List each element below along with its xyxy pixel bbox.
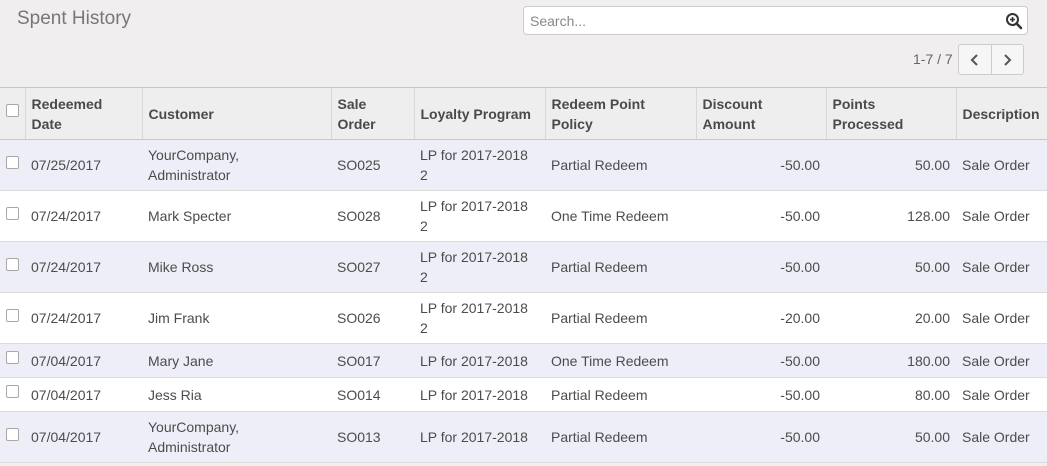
table-row[interactable]: 07/24/2017 Mark Specter SO028 LP for 2017-2…: [0, 190, 1047, 242]
select-all-checkbox[interactable]: [5, 104, 19, 118]
cell-discount-amount: -50.00: [696, 343, 826, 378]
cell-points-processed: 50.00: [826, 139, 956, 191]
column-header-sale-order[interactable]: Sale Order: [330, 87, 414, 140]
cell-description: Sale Order: [956, 343, 1047, 378]
table-row[interactable]: 07/04/2017 Mary Jane SO017 LP for 2017-2018…: [0, 343, 1047, 378]
cell-points-processed: 80.00: [826, 377, 956, 412]
cell-description: Sale Order: [956, 292, 1047, 344]
row-checkbox[interactable]: [6, 351, 19, 365]
cell-discount-amount: -50.00: [696, 190, 826, 242]
table-row[interactable]: 07/24/2017 Jim Frank SO026 LP for 2017-2018…: [0, 292, 1047, 344]
cell-loyalty-program: LP for 2017-2018: [414, 411, 545, 463]
chevron-right-icon: [1004, 53, 1012, 66]
cell-sale-order: SO026: [331, 292, 414, 344]
select-all-checkbox-cell[interactable]: [0, 87, 25, 140]
cell-redeemed-date: 07/04/2017: [25, 411, 142, 463]
cell-description: Sale Order: [956, 190, 1047, 242]
row-checkbox[interactable]: [6, 206, 19, 220]
cell-sale-order: SO013: [331, 411, 414, 463]
cell-sale-order: SO025: [331, 139, 414, 191]
pager-buttons: [958, 44, 1024, 75]
row-checkbox-cell[interactable]: [0, 190, 25, 242]
cell-points-processed: 50.00: [826, 241, 956, 293]
cell-points-processed: 128.00: [826, 190, 956, 242]
cell-discount-amount: -50.00: [696, 241, 826, 293]
cell-redeem-point-policy: Partial Redeem: [545, 139, 696, 191]
cell-description: Sale Order: [956, 411, 1047, 463]
cell-redeemed-date: 07/25/2017: [25, 139, 142, 191]
table-row[interactable]: 07/04/2017 Jess Ria SO014 LP for 2017-2018 P…: [0, 377, 1047, 412]
row-checkbox-cell[interactable]: [0, 343, 25, 378]
cell-redeemed-date: 07/24/2017: [25, 241, 142, 293]
cell-description: Sale Order: [956, 139, 1047, 191]
cell-discount-amount: -50.00: [696, 377, 826, 412]
row-checkbox-cell[interactable]: [0, 411, 25, 463]
row-checkbox-cell[interactable]: [0, 377, 25, 412]
column-header-customer[interactable]: Customer: [141, 87, 331, 140]
row-checkbox-cell[interactable]: [0, 139, 25, 191]
cell-customer: Mike Ross: [142, 241, 331, 293]
cell-loyalty-program: LP for 2017-2018: [414, 343, 545, 378]
pager-value[interactable]: 1-7 / 7: [913, 51, 953, 67]
cell-customer: Mary Jane: [142, 343, 331, 378]
cell-redeemed-date: 07/04/2017: [25, 377, 142, 412]
cell-sale-order: SO028: [331, 190, 414, 242]
cell-redeem-point-policy: Partial Redeem: [545, 377, 696, 412]
column-header-loyalty-program[interactable]: Loyalty Program: [413, 87, 545, 140]
cell-loyalty-program: LP for 2017-2018 2: [414, 139, 545, 191]
cell-customer: Jess Ria: [142, 377, 331, 412]
cell-description: Sale Order: [956, 377, 1047, 412]
search-box[interactable]: [523, 6, 1028, 35]
cell-customer: Jim Frank: [142, 292, 331, 344]
table-row[interactable]: 07/25/2017 YourCompany, Administrator SO025…: [0, 139, 1047, 191]
search-input[interactable]: [524, 7, 1000, 34]
cell-redeemed-date: 07/24/2017: [25, 190, 142, 242]
cell-customer: YourCompany, Administrator: [142, 411, 331, 463]
row-checkbox[interactable]: [6, 427, 19, 441]
page-title: Spent History: [17, 8, 132, 29]
cell-redeem-point-policy: Partial Redeem: [545, 241, 696, 293]
cell-redeem-point-policy: One Time Redeem: [545, 343, 696, 378]
cell-points-processed: 20.00: [826, 292, 956, 344]
row-checkbox[interactable]: [6, 155, 19, 169]
cell-customer: YourCompany, Administrator: [142, 139, 331, 191]
cell-loyalty-program: LP for 2017-2018: [414, 377, 545, 412]
cell-redeem-point-policy: Partial Redeem: [545, 292, 696, 344]
column-header-redeem-point-policy[interactable]: Redeem Point Policy: [544, 87, 696, 140]
pager-next-button[interactable]: [992, 45, 1024, 74]
cell-description: Sale Order: [956, 241, 1047, 293]
cell-sale-order: SO014: [331, 377, 414, 412]
cell-points-processed: 180.00: [826, 343, 956, 378]
table-header-row: Redeemed Date Customer Sale Order Loyalty …: [0, 87, 1047, 140]
spent-history-table: Redeemed Date Customer Sale Order Loyalty …: [0, 87, 1047, 463]
cell-points-processed: 50.00: [826, 411, 956, 463]
row-checkbox-cell[interactable]: [0, 241, 25, 293]
cell-redeemed-date: 07/04/2017: [25, 343, 142, 378]
cell-redeem-point-policy: One Time Redeem: [545, 190, 696, 242]
cell-sale-order: SO027: [331, 241, 414, 293]
cell-customer: Mark Specter: [142, 190, 331, 242]
search-icon[interactable]: [1005, 12, 1023, 30]
chevron-left-icon: [970, 53, 978, 66]
row-checkbox[interactable]: [6, 257, 19, 271]
cell-loyalty-program: LP for 2017-2018 2: [414, 292, 545, 344]
column-header-discount-amount[interactable]: Discount Amount: [695, 87, 826, 140]
pager-previous-button[interactable]: [959, 45, 992, 74]
cell-loyalty-program: LP for 2017-2018 2: [414, 241, 545, 293]
column-header-description[interactable]: Description: [955, 87, 1047, 140]
cell-loyalty-program: LP for 2017-2018 2: [414, 190, 545, 242]
table-row[interactable]: 07/04/2017 YourCompany, Administrator SO013…: [0, 411, 1047, 463]
cell-sale-order: SO017: [331, 343, 414, 378]
column-header-redeemed-date[interactable]: Redeemed Date: [24, 87, 142, 140]
row-checkbox[interactable]: [6, 385, 19, 399]
cell-redeemed-date: 07/24/2017: [25, 292, 142, 344]
cell-discount-amount: -20.00: [696, 292, 826, 344]
table-row[interactable]: 07/24/2017 Mike Ross SO027 LP for 2017-2018…: [0, 241, 1047, 293]
row-checkbox-cell[interactable]: [0, 292, 25, 344]
column-header-points-processed[interactable]: Points Processed: [825, 87, 956, 140]
cell-discount-amount: -50.00: [696, 411, 826, 463]
cell-redeem-point-policy: Partial Redeem: [545, 411, 696, 463]
cell-discount-amount: -50.00: [696, 139, 826, 191]
row-checkbox[interactable]: [6, 308, 19, 322]
